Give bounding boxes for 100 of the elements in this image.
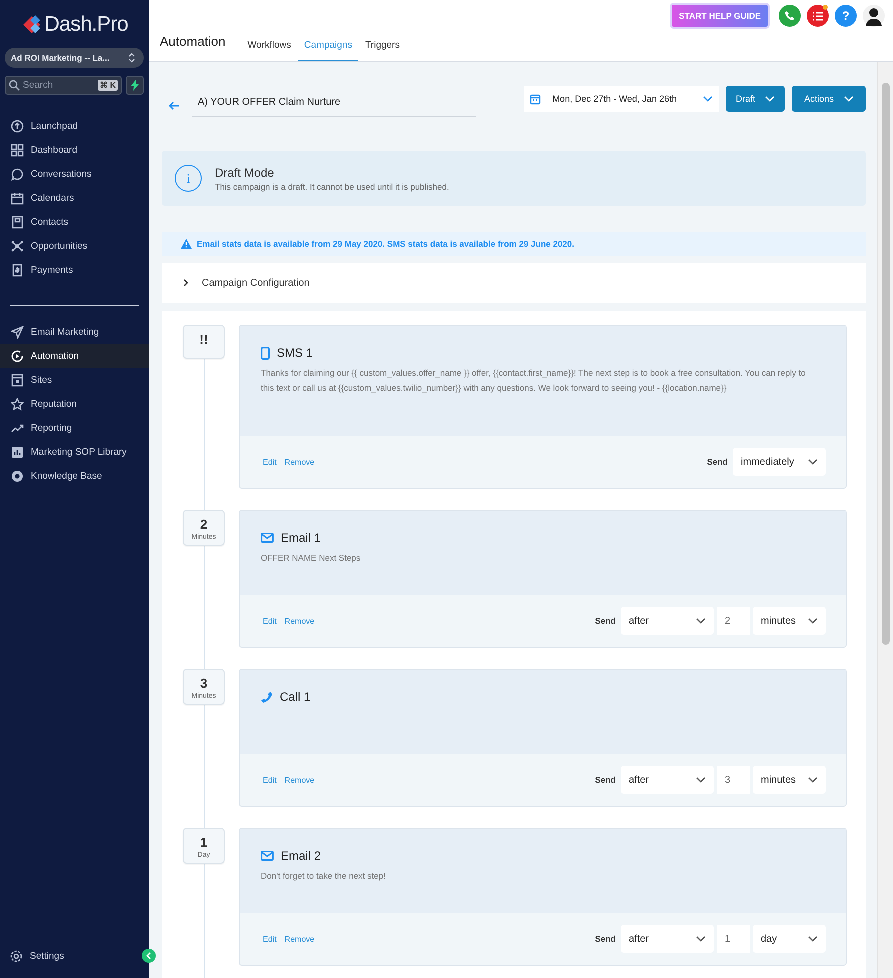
web-page-icon: [11, 374, 24, 386]
search-icon: [9, 80, 20, 91]
step-message: OFFER NAME Next Steps: [261, 552, 362, 565]
step-title: Call 1: [280, 690, 311, 704]
chevron-down-icon: [696, 618, 706, 624]
page-title: Automation: [160, 34, 226, 51]
notice-title: Draft Mode: [215, 166, 276, 180]
step-title: Email 1: [281, 531, 322, 545]
amount-field[interactable]: 3: [717, 766, 750, 794]
sidebar-item[interactable]: Contacts: [0, 210, 149, 234]
unit-select[interactable]: minutes: [753, 766, 826, 794]
logo-text: Dash.Pro: [44, 13, 128, 37]
tab[interactable]: Triggers: [359, 40, 406, 61]
notification-dot: [823, 5, 828, 10]
date-range-picker[interactable]: Mon, Dec 27th - Wed, Jan 26th: [524, 86, 719, 112]
account-name: Ad ROI Marketing -- La...: [11, 53, 110, 63]
notifications-button[interactable]: [807, 5, 829, 27]
campaign-name-field[interactable]: A) YOUR OFFER Claim Nurture: [192, 95, 476, 117]
lightning-icon: [131, 80, 139, 91]
paper-plane-icon: [11, 326, 24, 338]
sidebar-item[interactable]: Launchpad: [0, 114, 149, 138]
bar-chart-icon: [11, 446, 24, 458]
up-down-caret-icon: [128, 52, 136, 64]
dropdown-button[interactable]: Draft: [726, 86, 786, 112]
play-cycle-icon: [11, 350, 24, 362]
chevron-down-icon: [808, 618, 818, 624]
sidebar-item[interactable]: Dashboard: [0, 138, 149, 162]
sidebar-item[interactable]: Automation: [0, 344, 149, 368]
amount-field[interactable]: 1: [717, 925, 750, 953]
account-switcher[interactable]: Ad ROI Marketing -- La...: [5, 48, 144, 68]
timing-select[interactable]: after: [621, 766, 714, 794]
chat-bubble-icon: [11, 168, 24, 180]
timing-select[interactable]: after: [621, 925, 714, 953]
unit-select[interactable]: day: [753, 925, 826, 953]
info-icon: i: [175, 165, 202, 192]
step-message: Thanks for claiming our {{ custom_values.offer_name }} offer, {{contact.first_name}}! The next step is to book a free consultation. You can reply to this text or call us at {{custom_values.twilio_number}} with any questions. We look forward to seeing you! - {{location.name}}: [261, 367, 807, 395]
envelope-icon: [261, 851, 274, 861]
calendar-icon: [530, 94, 541, 104]
amount-field[interactable]: 2: [717, 607, 750, 635]
delay-value: 1: [199, 835, 209, 850]
star-icon: [11, 398, 24, 410]
envelope-icon: [261, 533, 274, 543]
campaign-configuration-toggle[interactable]: Campaign Configuration: [162, 263, 866, 303]
sidebar-item[interactable]: Marketing SOP Library: [0, 440, 149, 464]
delay-value: !!: [198, 332, 210, 347]
help-guide-button[interactable]: START HELP GUIDE: [670, 3, 770, 29]
unit-select[interactable]: minutes: [753, 607, 826, 635]
rocket-icon: [11, 120, 24, 132]
step-message: Don't forget to take the next step!: [261, 870, 387, 883]
chevron-down-icon: [844, 96, 854, 102]
tab[interactable]: Campaigns: [298, 40, 358, 61]
tab[interactable]: Workflows: [242, 40, 298, 61]
sidebar-item[interactable]: Reporting: [0, 416, 149, 440]
delay-value: 3: [199, 676, 209, 691]
sidebar-item[interactable]: Sites: [0, 368, 149, 392]
step-title: Email 2: [281, 849, 322, 863]
scrollbar[interactable]: [877, 62, 893, 978]
chevron-down-icon: [696, 777, 706, 783]
sidebar-item[interactable]: Knowledge Base: [0, 464, 149, 488]
collapse-button[interactable]: [142, 949, 156, 963]
network-icon: [11, 240, 24, 252]
sidebar-item[interactable]: Opportunities: [0, 234, 149, 258]
shortcut-hint: ⌘ K: [98, 80, 118, 91]
send-label: Send: [595, 775, 616, 785]
step-title: SMS 1: [277, 346, 314, 360]
sidebar-item[interactable]: Email Marketing: [0, 320, 149, 344]
sidebar-item[interactable]: Calendars: [0, 186, 149, 210]
timing-select[interactable]: immediately: [733, 448, 826, 476]
send-label: Send: [595, 934, 616, 944]
phone-icon: [261, 691, 273, 703]
timing-select[interactable]: after: [621, 607, 714, 635]
invoice-icon: [11, 264, 24, 276]
chevron-down-icon: [765, 96, 776, 102]
list-icon: [813, 12, 823, 20]
delay-value: 2: [199, 517, 209, 532]
sidebar-item[interactable]: Reputation: [0, 392, 149, 416]
chevron-down-icon: [808, 777, 818, 783]
dropdown-button[interactable]: Actions: [792, 86, 866, 112]
chevron-down-icon: [808, 936, 818, 942]
notice-text: This campaign is a draft. It cannot be used until it is published.: [215, 182, 450, 192]
date-range: Mon, Dec 27th - Wed, Jan 26th: [552, 94, 677, 104]
quick-action-button[interactable]: [126, 76, 144, 95]
calendar-icon: [11, 192, 24, 204]
chevron-down-icon: [808, 459, 818, 465]
chevron-down-icon: [696, 936, 706, 942]
warning-icon: [181, 239, 192, 249]
chevron-down-icon: [702, 96, 713, 102]
back-arrow-icon: [168, 101, 180, 111]
alert-text: Email stats data is available from 29 May 2020. SMS stats data is available from 29 June 2020.: [197, 239, 574, 249]
sidebar-item[interactable]: Conversations: [0, 162, 149, 186]
send-label: Send: [595, 616, 616, 626]
send-label: Send: [707, 457, 728, 467]
settings-link[interactable]: Settings: [0, 944, 76, 968]
sidebar-item[interactable]: Payments: [0, 258, 149, 282]
grid-icon: [11, 144, 24, 156]
phone-device-icon: [261, 346, 270, 360]
avatar-icon: [863, 5, 885, 27]
lifebuoy-icon: [11, 470, 24, 482]
phone-icon: [785, 11, 795, 21]
phone-button[interactable]: [779, 5, 801, 27]
